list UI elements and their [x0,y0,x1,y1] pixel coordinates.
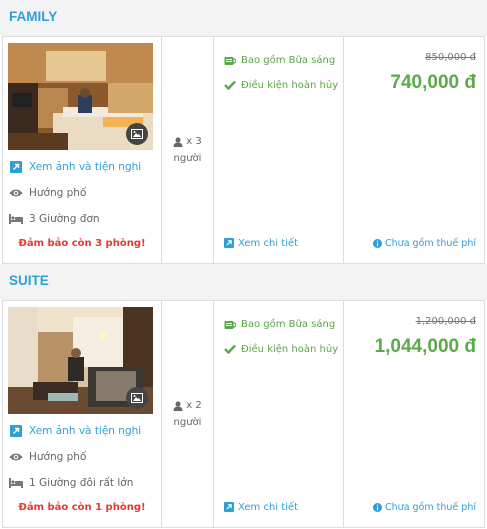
room-row-family: Xem ảnh và tiện nghi Hướng phố 3 Giường … [2,36,485,264]
info-icon [372,500,382,514]
price-column: 1,200,000 đ 1,044,000 đ Chưa gồm thuế ph… [343,301,484,527]
gallery-icon-glyph [131,129,143,139]
room-photo[interactable] [8,43,153,150]
room-title: FAMILY [0,0,487,36]
coffee-cup-icon [223,53,237,67]
room-media-column: Xem ảnh và tiện nghi Hướng phố 3 Giường … [3,37,161,263]
view-details-label: Xem chi tiết [238,501,299,513]
external-link-icon [223,500,234,514]
view-photos-label: Xem ảnh và tiện nghi [29,425,142,437]
room-row-suite: Xem ảnh và tiện nghi Hướng phố 1 Giường … [2,300,485,528]
tax-note-label: Chưa gồm thuế phí [385,237,476,249]
cancellation-label: Điều kiện hoàn hủy [241,343,339,355]
cancellation-label: Điều kiện hoàn hủy [241,79,339,91]
discounted-price: 740,000 đ [390,72,476,93]
view-type: Hướng phố [9,450,86,464]
cancellation-policy[interactable]: Điều kiện hoàn hủy [223,78,338,92]
guests-column: x 2 người [161,301,213,527]
external-link-icon [9,160,23,174]
breakfast-label: Bao gồm Bữa sáng [241,318,336,330]
room-title: SUITE [0,264,487,300]
tax-note[interactable]: Chưa gồm thuế phí [372,236,476,250]
eye-icon [9,450,23,464]
info-icon [372,236,382,250]
view-photos-link[interactable]: Xem ảnh và tiện nghi [9,424,141,438]
view-type: Hướng phố [9,186,86,200]
view-photos-label: Xem ảnh và tiện nghi [29,161,142,173]
breakfast-label: Bao gồm Bữa sáng [241,54,336,66]
breakfast-included: Bao gồm Bữa sáng [223,317,335,331]
original-price: 850,000 đ [425,52,476,63]
availability-guarantee: Đảm bảo còn 1 phòng! [18,502,146,513]
check-icon [223,342,237,356]
max-guests: x 2 người [162,399,213,430]
guests-column: x 3 người [161,37,213,263]
discounted-price: 1,044,000 đ [374,336,476,357]
tax-note-label: Chưa gồm thuế phí [385,501,476,513]
view-type-label: Hướng phố [29,451,87,463]
guests-count: x 3 [186,136,202,147]
room-photo[interactable] [8,307,153,414]
conditions-column: Bao gồm Bữa sáng Điều kiện hoàn hủy Xem … [213,301,343,527]
view-details-label: Xem chi tiết [238,237,299,249]
view-type-label: Hướng phố [29,187,87,199]
conditions-column: Bao gồm Bữa sáng Điều kiện hoàn hủy Xem … [213,37,343,263]
cancellation-policy[interactable]: Điều kiện hoàn hủy [223,342,338,356]
price-column: 850,000 đ 740,000 đ Chưa gồm thuế phí [343,37,484,263]
bed-type: 1 Giường đôi rất lớn [9,476,133,490]
availability-guarantee: Đảm bảo còn 3 phòng! [18,238,146,249]
tax-note[interactable]: Chưa gồm thuế phí [372,500,476,514]
check-icon [223,78,237,92]
user-icon [173,137,183,147]
external-link-icon [223,236,234,250]
view-details-link[interactable]: Xem chi tiết [223,500,298,514]
guests-unit: người [173,417,202,428]
coffee-cup-icon [223,317,237,331]
room-media-column: Xem ảnh và tiện nghi Hướng phố 1 Giường … [3,301,161,527]
bed-icon [9,212,23,226]
bed-type-label: 1 Giường đôi rất lớn [29,477,134,489]
user-icon [173,401,183,411]
external-link-icon [9,424,23,438]
original-price: 1,200,000 đ [415,316,476,327]
gallery-icon[interactable] [126,123,148,145]
guests-count: x 2 [186,400,202,411]
gallery-icon[interactable] [126,387,148,409]
bed-icon [9,476,23,490]
guests-unit: người [173,153,202,164]
bed-type-label: 3 Giường đơn [29,213,100,225]
max-guests: x 3 người [162,135,213,166]
eye-icon [9,186,23,200]
view-details-link[interactable]: Xem chi tiết [223,236,298,250]
bed-type: 3 Giường đơn [9,212,100,226]
gallery-icon-glyph [131,393,143,403]
view-photos-link[interactable]: Xem ảnh và tiện nghi [9,160,141,174]
breakfast-included: Bao gồm Bữa sáng [223,53,335,67]
